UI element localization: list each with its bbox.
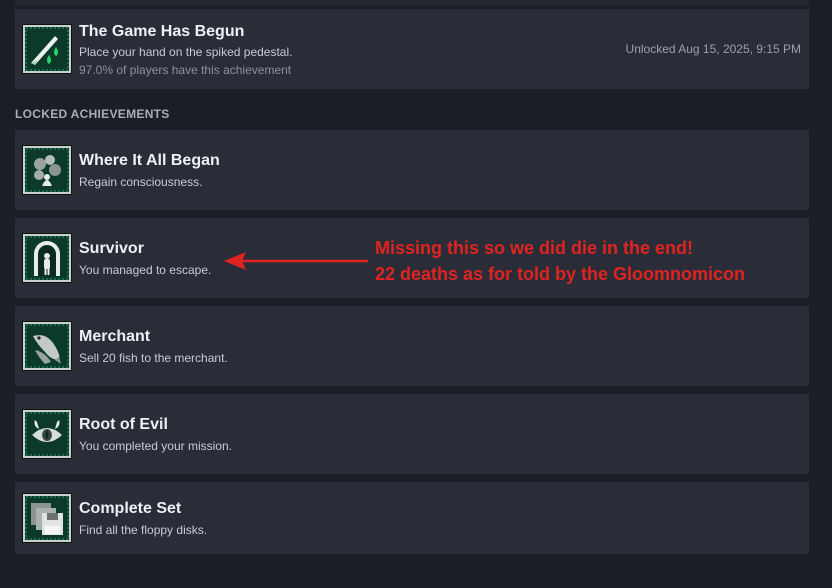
achievement-title: The Game Has Begun [79,23,245,40]
achievement-card-complete-set[interactable]: Complete Set Find all the floppy disks. [15,482,809,554]
achievement-description: You completed your mission. [79,439,232,453]
list-top-edge [15,0,809,6]
annotation-line-1: Missing this so we did die in the end! [375,238,694,258]
achievement-card-root-of-evil[interactable]: Root of Evil You completed your mission. [15,394,809,474]
achievement-card-where-it-all-began[interactable]: Where It All Began Regain consciousness. [15,130,809,210]
achievement-card-the-game-has-begun[interactable]: The Game Has Begun Place your hand on th… [15,9,809,89]
fish-icon [22,321,72,371]
achievement-title: Root of Evil [79,416,168,433]
achievement-description: Sell 20 fish to the merchant. [79,351,228,365]
floppy-disks-icon [22,493,72,543]
achievement-title: Survivor [79,240,144,257]
blade-drops-icon [22,24,72,74]
annotation-line-2: 22 deaths as for told by the Gloomnomico… [375,264,746,284]
doorway-figure-icon [22,233,72,283]
achievement-description: Place your hand on the spiked pedestal. [79,45,293,59]
horned-eye-icon [22,409,72,459]
achievement-title: Complete Set [79,500,182,517]
achievement-description: Regain consciousness. [79,175,203,189]
locked-achievements-header: LOCKED ACHIEVEMENTS [15,107,170,121]
achievement-percent: 97.0% of players have this achievement [79,63,292,77]
unlock-date: Unlocked Aug 15, 2025, 9:15 PM [625,42,801,56]
rubble-icon [22,145,72,195]
achievement-card-merchant[interactable]: Merchant Sell 20 fish to the merchant. [15,306,809,386]
achievement-title: Where It All Began [79,152,220,169]
annotation-arrow [224,252,368,270]
achievement-description: Find all the floppy disks. [79,523,208,537]
achievement-description: You managed to escape. [79,263,212,277]
achievement-title: Merchant [79,328,151,345]
